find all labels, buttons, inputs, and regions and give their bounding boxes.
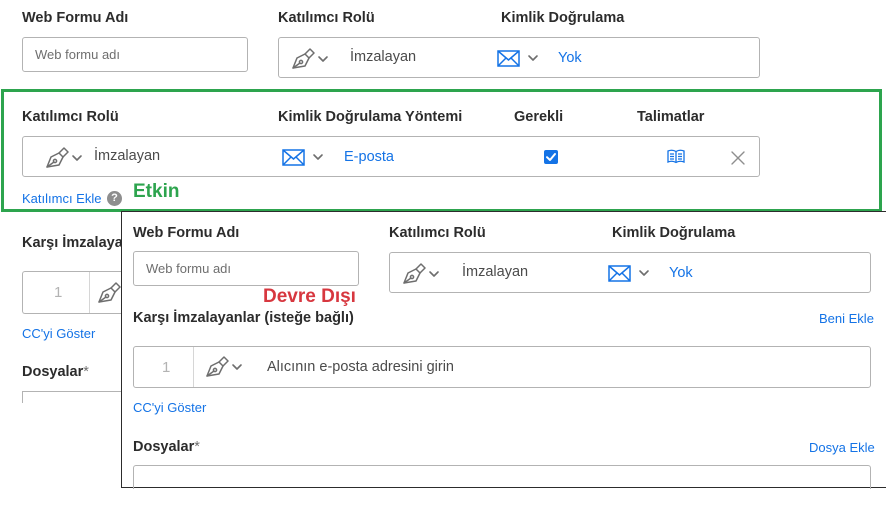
web-form-name-placeholder: Web formu adı	[146, 261, 232, 276]
add-participant-link[interactable]: Katılımcı Ekle	[22, 191, 101, 206]
web-form-name-label: Web Formu Adı	[133, 225, 240, 241]
auth-value[interactable]: Yok	[558, 50, 582, 66]
add-file-link[interactable]: Dosya Ekle	[809, 440, 875, 455]
enabled-callout: Etkin	[133, 181, 180, 202]
row-number: 1	[54, 284, 63, 301]
chevron-down-icon	[72, 155, 82, 161]
files-label: Dosyalar*	[22, 364, 89, 380]
chevron-down-icon	[528, 55, 538, 61]
countersigners-label: Karşı İmzalayanlar (isteğe bağlı)	[133, 310, 354, 326]
disabled-callout: Devre Dışı	[263, 286, 356, 307]
web-form-name-input[interactable]: Web formu adı	[22, 37, 248, 72]
remove-participant-button[interactable]	[731, 151, 745, 165]
required-mark: *	[83, 364, 89, 380]
instructions-button[interactable]	[667, 149, 685, 164]
role-value: İmzalayan	[94, 148, 161, 164]
participant-role-label: Katılımcı Rolü	[389, 225, 486, 241]
book-icon	[667, 149, 685, 164]
role-value: İmzalayan	[462, 264, 529, 280]
files-dropzone-partial	[22, 391, 122, 403]
role-value: İmzalayan	[350, 49, 417, 65]
required-checkbox[interactable]	[544, 150, 558, 164]
auth-value[interactable]: E-posta	[344, 149, 394, 165]
role-dropdown[interactable]	[402, 263, 452, 285]
auth-value[interactable]: Yok	[669, 265, 693, 281]
files-label: Dosyalar*	[133, 439, 200, 455]
mail-icon	[497, 50, 520, 67]
countersigner-row: 1 Alıcının e-posta adresini girin	[133, 346, 871, 388]
close-icon	[731, 151, 745, 165]
instructions-label: Talimatlar	[637, 109, 705, 125]
row-number: 1	[162, 359, 171, 376]
checkbox-checked-icon	[544, 150, 558, 164]
participant-row: İmzalayan Yok	[389, 252, 871, 293]
show-cc-link[interactable]: CC'yi Göster	[22, 326, 95, 341]
mail-icon	[608, 265, 631, 282]
row-divider	[193, 347, 194, 387]
enabled-participant-row: İmzalayan E-posta	[22, 136, 760, 177]
role-dropdown[interactable]	[205, 356, 255, 378]
chevron-down-icon	[639, 270, 649, 276]
pen-icon	[403, 263, 426, 284]
disabled-panel: Web Formu Adı Web formu adı Katılımcı Ro…	[121, 211, 886, 489]
participant-role-label: Katılımcı Rolü	[22, 109, 119, 125]
pen-icon	[292, 48, 315, 69]
role-dropdown[interactable]	[45, 147, 95, 169]
auth-dropdown[interactable]	[608, 264, 656, 284]
role-dropdown[interactable]	[291, 48, 341, 70]
countersigners-label-partial: Karşı İmzalaya	[22, 235, 123, 251]
required-mark: *	[194, 439, 200, 455]
web-form-name-placeholder: Web formu adı	[35, 47, 121, 62]
auth-method-label: Kimlik Doğrulama Yöntemi	[278, 109, 463, 125]
recipient-email-input[interactable]: Alıcının e-posta adresini girin	[267, 359, 454, 375]
auth-dropdown[interactable]	[282, 148, 330, 168]
add-me-link[interactable]: Beni Ekle	[819, 311, 874, 326]
pen-icon[interactable]	[97, 282, 121, 304]
pen-icon	[46, 147, 69, 168]
chevron-down-icon	[232, 364, 242, 370]
required-label: Gerekli	[514, 109, 564, 125]
auth-label: Kimlik Doğrulama	[612, 225, 736, 241]
auth-dropdown[interactable]	[497, 49, 545, 69]
chevron-down-icon	[429, 271, 439, 277]
auth-label: Kimlik Doğrulama	[501, 10, 625, 26]
mail-icon	[282, 149, 305, 166]
pen-icon	[206, 356, 229, 377]
files-dropzone[interactable]	[133, 465, 871, 489]
row-divider	[89, 272, 90, 313]
show-cc-link[interactable]: CC'yi Göster	[133, 400, 206, 415]
chevron-down-icon	[318, 56, 328, 62]
web-form-name-label: Web Formu Adı	[22, 10, 129, 26]
chevron-down-icon	[313, 154, 323, 160]
participant-role-label: Katılımcı Rolü	[278, 10, 375, 26]
participant-row: İmzalayan Yok	[278, 37, 760, 78]
countersigner-row-partial: 1	[22, 271, 132, 314]
help-icon[interactable]: ?	[107, 191, 122, 206]
web-form-name-input[interactable]: Web formu adı	[133, 251, 359, 286]
